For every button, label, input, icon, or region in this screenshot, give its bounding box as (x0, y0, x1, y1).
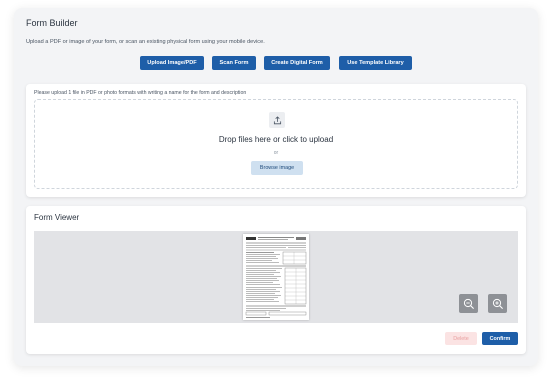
document-preview (243, 234, 309, 320)
upload-card: Please upload 1 file in PDF or photo for… (26, 84, 526, 197)
upload-icon[interactable] (269, 112, 285, 128)
form-viewer-area (34, 231, 518, 323)
document-page-thumbnail (245, 237, 307, 318)
upload-dropzone[interactable]: Drop files here or click to upload or Br… (34, 99, 518, 189)
create-digital-form-button[interactable]: Create Digital Form (264, 56, 330, 70)
upload-hint: Please upload 1 file in PDF or photo for… (34, 90, 247, 96)
zoom-out-button[interactable] (459, 294, 478, 313)
zoom-in-button[interactable] (488, 294, 507, 313)
browse-image-button[interactable]: Browse image (251, 161, 303, 175)
form-viewer-title: Form Viewer (34, 213, 80, 222)
page-subtitle: Upload a PDF or image of your form, or s… (26, 39, 265, 45)
form-viewer-card: Form Viewer Delete Confirm (26, 206, 526, 354)
page-title: Form Builder (26, 18, 78, 28)
zoom-out-icon (463, 298, 474, 309)
use-template-library-button[interactable]: Use Template Library (339, 56, 412, 70)
zoom-in-icon (492, 298, 503, 309)
scan-form-button[interactable]: Scan Form (212, 56, 256, 70)
drop-files-text: Drop files here or click to upload (218, 135, 334, 144)
confirm-button[interactable]: Confirm (482, 332, 518, 345)
form-builder-panel: Form Builder Upload a PDF or image of yo… (14, 8, 538, 366)
or-separator: or (273, 150, 279, 156)
upload-image-pdf-button[interactable]: Upload Image/PDF (140, 56, 204, 70)
delete-button[interactable]: Delete (445, 332, 477, 345)
